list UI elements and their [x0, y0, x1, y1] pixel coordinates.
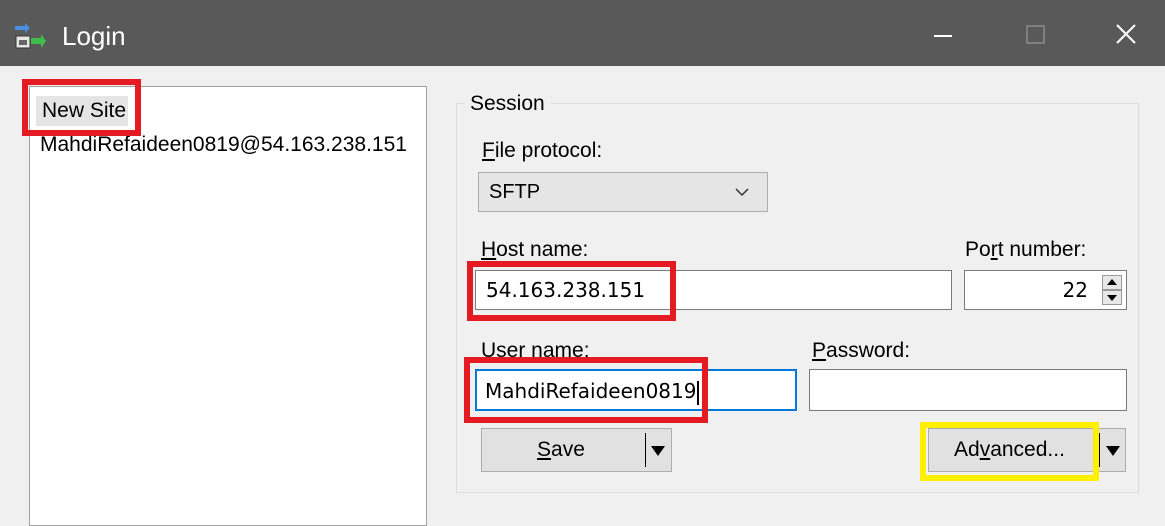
window-title: Login	[62, 21, 126, 51]
save-split-divider	[645, 433, 646, 467]
port-number-value: 22	[1062, 278, 1088, 302]
close-icon	[1116, 24, 1136, 44]
title-bar: Login	[0, 0, 1165, 66]
password-label-text: assword:	[826, 339, 911, 362]
port-number-label-end: t number:	[997, 238, 1087, 261]
save-button[interactable]: Save	[481, 428, 672, 472]
save-label-accelerator: S	[537, 438, 552, 461]
host-name-label-accelerator: H	[481, 238, 497, 261]
winscp-login-icon	[15, 23, 46, 49]
advanced-dropdown-arrow-icon[interactable]	[1106, 446, 1120, 456]
session-group-label: Session	[464, 90, 551, 118]
file-protocol-label-accelerator: F	[482, 139, 495, 162]
save-dropdown-arrow-icon[interactable]	[651, 446, 665, 456]
maximize-button[interactable]	[1000, 0, 1070, 66]
save-label-text: ave	[551, 438, 585, 461]
maximize-icon	[1026, 25, 1045, 44]
file-protocol-label: File protocol:	[482, 137, 602, 165]
port-spinner[interactable]	[1102, 275, 1122, 305]
file-protocol-label-text: ile protocol:	[494, 139, 603, 162]
minimize-icon	[934, 35, 952, 37]
password-label: Password:	[812, 337, 910, 365]
port-number-label-accelerator: r	[990, 238, 998, 261]
password-input[interactable]	[809, 369, 1127, 411]
port-number-input[interactable]: 22	[964, 270, 1127, 310]
password-label-accelerator: P	[812, 339, 827, 362]
highlight-user-name	[464, 357, 708, 423]
port-number-label-start: Po	[965, 238, 991, 261]
host-name-label: Host name:	[481, 236, 588, 264]
save-button-label: Save	[537, 436, 585, 464]
highlight-advanced-button	[920, 422, 1099, 481]
port-number-label: Port number:	[965, 236, 1086, 264]
close-button[interactable]	[1090, 0, 1160, 66]
chevron-down-icon	[735, 188, 749, 197]
minimize-button[interactable]	[908, 0, 978, 66]
file-protocol-select[interactable]: SFTP	[478, 172, 768, 212]
file-protocol-value: SFTP	[489, 181, 541, 203]
highlight-new-site	[22, 79, 141, 136]
host-name-label-text: ost name:	[496, 238, 589, 261]
highlight-host-name	[467, 261, 676, 321]
advanced-split-divider	[1099, 433, 1100, 467]
